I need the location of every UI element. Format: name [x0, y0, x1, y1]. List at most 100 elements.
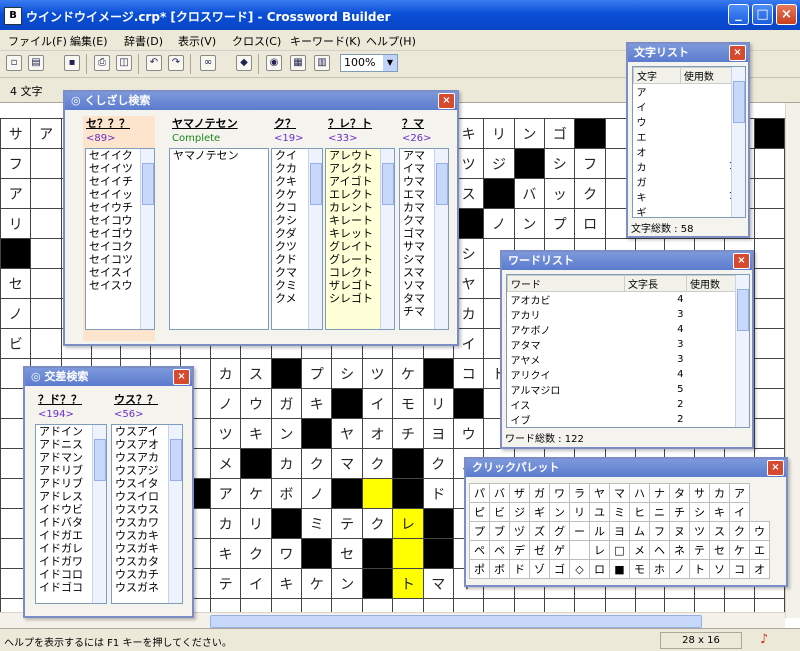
palette-key[interactable]: プ — [469, 521, 490, 541]
table-row[interactable]: アカリ31 — [508, 307, 749, 322]
redo-icon[interactable]: ↷ — [168, 55, 184, 71]
grid-cell[interactable]: ヨ — [422, 418, 454, 449]
table-row[interactable]: アケボノ41 — [508, 322, 749, 337]
palette-key[interactable]: ミ — [609, 502, 630, 522]
grid-cell[interactable]: ス — [240, 358, 272, 389]
close-icon[interactable]: × — [173, 369, 190, 385]
grid-cell[interactable]: イ — [240, 568, 272, 599]
print-preview-icon[interactable]: ◫ — [116, 55, 132, 71]
grid-cell[interactable]: プ — [544, 208, 576, 239]
palette-key[interactable]: ロ — [589, 559, 610, 579]
scroll-thumb[interactable] — [210, 615, 702, 628]
table-row[interactable]: ア7 — [634, 84, 745, 99]
list-scrollbar[interactable] — [140, 149, 154, 329]
palette-key[interactable]: マ — [609, 483, 630, 503]
grid-cell[interactable]: キ — [301, 388, 333, 419]
black-cell[interactable] — [270, 358, 303, 389]
table-row[interactable]: ガ3 — [634, 174, 745, 189]
table-row[interactable]: アタマ31 — [508, 337, 749, 352]
grid-cell[interactable]: ツ — [361, 358, 394, 389]
grid-cell[interactable]: ク — [574, 178, 606, 209]
scroll-thumb[interactable] — [170, 439, 182, 481]
palette-key[interactable]: ケ — [729, 540, 750, 560]
palette-key[interactable]: ア — [729, 483, 750, 503]
list-scrollbar[interactable] — [731, 67, 745, 217]
grid-cell[interactable]: ン — [513, 118, 546, 149]
palette-key[interactable]: ジ — [509, 502, 530, 522]
palette-key[interactable]: ヨ — [609, 521, 630, 541]
grid-cell[interactable]: ワ — [270, 538, 303, 569]
palette-key[interactable]: メ — [629, 540, 650, 560]
palette-key[interactable]: ベ — [489, 540, 510, 560]
palette-key[interactable]: モ — [629, 559, 650, 579]
grid-cell[interactable] — [753, 268, 785, 299]
palette-key[interactable]: テ — [689, 540, 710, 560]
column-header-word[interactable]: ワード — [507, 275, 625, 292]
close-button[interactable]: × — [776, 4, 797, 25]
black-cell[interactable] — [392, 478, 424, 509]
grid-cell[interactable]: メ — [209, 448, 242, 479]
black-cell[interactable] — [301, 538, 333, 569]
undo-icon[interactable]: ↶ — [146, 55, 162, 71]
grid-cell[interactable]: フ — [0, 148, 32, 179]
black-cell[interactable] — [452, 388, 485, 419]
palette-key[interactable]: ゴ — [549, 559, 570, 579]
grid-cell[interactable]: ア — [0, 178, 32, 209]
column-header-char[interactable]: 文字 — [633, 67, 681, 84]
grid-cell[interactable]: イ — [361, 388, 394, 419]
grid-cell[interactable]: ジ — [483, 148, 515, 179]
grid-cell[interactable]: ウ — [240, 388, 272, 419]
list-scrollbar[interactable] — [434, 149, 448, 329]
palette-key[interactable]: ク — [729, 521, 750, 541]
grid-cell[interactable]: ノ — [301, 478, 333, 509]
table-row[interactable]: ウ6 — [634, 114, 745, 129]
save-icon[interactable]: ▪ — [64, 55, 80, 71]
print-icon[interactable]: ⎙ — [94, 55, 110, 71]
scroll-thumb[interactable] — [382, 163, 394, 205]
palette-key[interactable]: リ — [569, 502, 590, 522]
palette-key[interactable]: バ — [489, 483, 510, 503]
palette-key[interactable]: □ — [609, 540, 630, 560]
list-scrollbar[interactable] — [168, 425, 182, 603]
black-cell[interactable] — [392, 448, 424, 479]
palette-key[interactable]: ヘ — [649, 540, 670, 560]
grid-cell[interactable]: リ — [240, 508, 272, 539]
list-scrollbar[interactable] — [735, 275, 749, 427]
grid-cell[interactable]: ガ — [270, 388, 303, 419]
grid-cell[interactable]: オ — [361, 418, 394, 449]
palette-key[interactable]: ー — [569, 521, 590, 541]
grid-cell[interactable]: マ — [422, 568, 454, 599]
palette-key[interactable]: ル — [589, 521, 610, 541]
palette-key[interactable]: ニ — [649, 502, 670, 522]
palette-key[interactable]: ガ — [529, 483, 550, 503]
grid-cell[interactable]: キ — [209, 538, 242, 569]
palette-key[interactable]: ナ — [649, 483, 670, 503]
grid-cell[interactable]: リ — [422, 388, 454, 419]
grid-cell[interactable]: ク — [422, 448, 454, 479]
grid-cell[interactable] — [30, 208, 62, 239]
grid-cell[interactable]: ッ — [544, 178, 576, 209]
candidate-list[interactable]: アドイン アドニス アドマン アドリブ アドリブ アドレス イドウビ イドバタ イドガエ イドガレ… — [35, 424, 107, 604]
scroll-thumb[interactable] — [733, 81, 745, 123]
grid-cell[interactable] — [30, 148, 62, 179]
grid-cell[interactable] — [753, 148, 785, 179]
palette-key[interactable]: ズ — [529, 521, 550, 541]
menu-file[interactable]: ファイル(F) — [8, 33, 67, 49]
palette-key[interactable]: デ — [509, 540, 530, 560]
grid-cell[interactable]: サ — [0, 118, 32, 149]
grid-cell[interactable] — [753, 418, 785, 449]
grid-cell[interactable]: ク — [361, 508, 394, 539]
palette-key[interactable]: パ — [469, 483, 490, 503]
close-icon[interactable]: × — [733, 253, 750, 269]
grid-cell[interactable] — [753, 358, 785, 389]
palette-key[interactable]: イ — [729, 502, 750, 522]
palette-key[interactable]: ソ — [709, 559, 730, 579]
black-cell[interactable] — [513, 148, 546, 179]
palette-key[interactable]: ワ — [549, 483, 570, 503]
palette-key[interactable]: ザ — [509, 483, 530, 503]
scroll-thumb[interactable] — [310, 163, 322, 205]
grid-cell[interactable]: コ — [452, 358, 485, 389]
highlighted-cell[interactable] — [361, 478, 394, 509]
palette-key[interactable]: ピ — [469, 502, 490, 522]
palette-key[interactable]: ペ — [469, 540, 490, 560]
